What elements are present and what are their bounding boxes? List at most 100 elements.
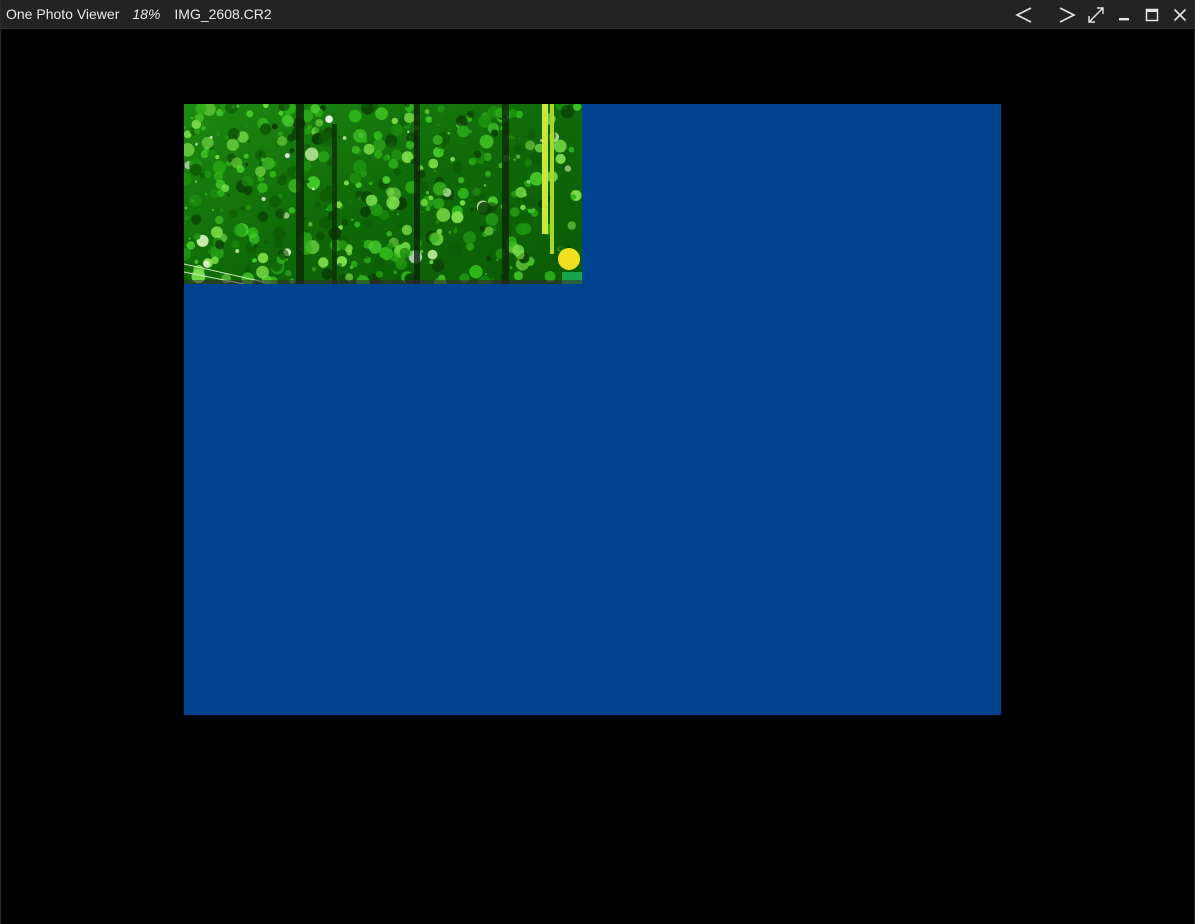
foliage-speck: [257, 182, 268, 193]
foliage-speck: [425, 191, 430, 195]
foliage-speck: [305, 147, 319, 161]
foliage-speck: [360, 206, 371, 218]
foliage-speck: [193, 233, 201, 240]
minimize-icon: [1119, 17, 1129, 20]
foliage-speck: [337, 240, 348, 250]
foliage-speck: [211, 256, 219, 265]
foliage-speck: [260, 157, 265, 162]
foliage-speck: [454, 227, 458, 231]
foliage-speck: [425, 206, 431, 211]
foliage-speck: [375, 270, 383, 278]
foliage-speck: [433, 169, 437, 173]
photo-canvas[interactable]: [184, 104, 1001, 715]
maximize-button[interactable]: [1138, 0, 1166, 29]
foliage-speck: [226, 138, 239, 151]
foliage-speck: [278, 110, 284, 116]
foliage-speck: [362, 138, 368, 144]
foliage-speck: [479, 225, 486, 232]
expand-diagonal-icon: [1088, 6, 1104, 23]
foliage-speck: [221, 184, 230, 192]
foliage-speck: [251, 246, 255, 251]
previous-image-button[interactable]: [996, 0, 1052, 29]
foliage-speck: [495, 152, 499, 156]
foliage-speck: [483, 184, 487, 187]
foliage-speck: [190, 116, 194, 120]
foliage-speck: [391, 149, 402, 161]
foliage-speck: [194, 180, 197, 183]
foliage-speck: [480, 135, 485, 140]
foliage-speck: [342, 136, 347, 140]
foliage-speck: [211, 226, 223, 239]
foliage-speck: [255, 245, 258, 247]
foliage-speck: [189, 194, 202, 207]
foliage-speck: [256, 265, 269, 279]
foliage-speck: [531, 209, 539, 217]
foliage-speck: [524, 159, 532, 167]
foliage-speck: [186, 241, 195, 250]
foliage-speck: [231, 157, 243, 169]
foliage-speck: [496, 258, 499, 261]
foliage-speck: [277, 175, 287, 186]
foliage-speck: [350, 260, 358, 268]
foliage-speck: [405, 140, 415, 150]
fullscreen-button[interactable]: [1082, 0, 1110, 29]
foliage-speck: [474, 150, 482, 159]
maximize-icon: [1145, 8, 1159, 21]
foliage-speck: [245, 204, 252, 211]
foliage-speck: [318, 132, 333, 147]
foliage-speck: [219, 208, 224, 213]
foliage-speck: [407, 130, 410, 133]
foliage-speck: [390, 124, 403, 136]
foliage-speck: [255, 166, 266, 177]
foliage-speck: [306, 176, 320, 190]
foliage-speck: [428, 232, 439, 244]
foliage-speck: [233, 223, 247, 237]
window-controls: [996, 0, 1194, 29]
foliage-speck: [484, 273, 487, 276]
foliage-speck: [315, 119, 324, 127]
foliage-speck: [428, 195, 434, 201]
foliage-speck: [468, 129, 473, 134]
foliage-speck: [427, 249, 438, 260]
foliage-speck: [467, 110, 475, 118]
foliage-speck: [194, 113, 205, 123]
foliage-speck: [204, 171, 212, 179]
foliage-speck: [278, 194, 283, 199]
foliage-speck: [363, 143, 375, 155]
foliage-speck: [258, 192, 261, 195]
foliage-speck: [389, 252, 399, 262]
foliage-speck: [277, 136, 288, 147]
next-image-button[interactable]: [1052, 0, 1082, 29]
foliage-speck: [264, 240, 268, 244]
foliage-speck: [483, 160, 488, 164]
foliage-speck: [319, 188, 333, 202]
foliage-speck: [560, 144, 564, 147]
foliage-speck: [448, 243, 462, 258]
title-bar[interactable]: One Photo Viewer 18% IMG_2608.CR2: [1, 0, 1194, 29]
foliage-speck: [437, 105, 445, 113]
close-button[interactable]: [1166, 0, 1194, 29]
foliage-speck: [353, 160, 367, 174]
image-viewport[interactable]: [1, 29, 1194, 924]
foliage-speck: [513, 271, 523, 281]
foliage-speck: [527, 130, 536, 140]
foliage-speck: [373, 139, 386, 152]
foliage-speck: [194, 128, 200, 135]
foliage-speck: [255, 149, 267, 161]
minimize-button[interactable]: [1110, 0, 1138, 29]
foliage-speck: [459, 200, 466, 206]
foliage-speck: [206, 148, 216, 158]
foliage-speck: [370, 203, 383, 216]
foliage-speck: [520, 223, 532, 235]
foliage-speck: [201, 125, 206, 131]
foliage-speck: [310, 104, 320, 114]
foliage-speck: [246, 264, 250, 268]
foliage-speck: [485, 213, 499, 226]
foliage-speck: [243, 153, 249, 159]
foliage-speck: [484, 112, 492, 119]
foliage-speck: [216, 132, 221, 137]
foliage-speck: [204, 192, 208, 196]
foliage-speck: [249, 233, 260, 244]
foliage-speck: [472, 187, 481, 196]
foliage-speck: [341, 219, 348, 226]
